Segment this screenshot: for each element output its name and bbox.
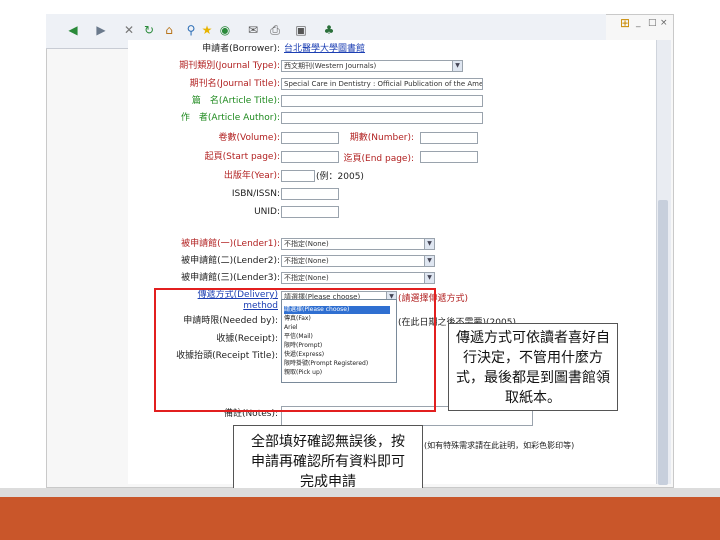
mail-icon[interactable]: ✉ — [246, 23, 260, 37]
lender2-select[interactable]: 不指定(None) ▼ — [281, 255, 435, 267]
forward-icon[interactable]: ▶ — [94, 23, 108, 37]
volume-input[interactable] — [281, 132, 339, 144]
search-icon[interactable]: ⚲ — [184, 23, 198, 37]
borrower-link[interactable]: 台北醫學大學圖書館 — [284, 44, 365, 55]
slide-footer-bar — [0, 497, 720, 540]
journal-type-select[interactable]: 西文期刊(Western Journals) ▼ — [281, 60, 463, 72]
journal-title-label: 期刊名(Journal Title): — [189, 79, 280, 89]
lender3-label: 被申請館(三)(Lender3): — [181, 273, 280, 283]
journal-type-label: 期刊類別(Journal Type): — [179, 61, 280, 71]
minimize-button[interactable]: _ — [636, 18, 641, 28]
slide-divider — [0, 488, 720, 497]
chevron-down-icon: ▼ — [424, 273, 434, 283]
windows-logo-icon: ⊞ — [620, 16, 631, 30]
bottom-note: (如有特殊需求請在此註明，如彩色影印等) — [424, 441, 575, 450]
back-icon[interactable]: ◀ — [66, 23, 80, 37]
article-author-input[interactable] — [281, 112, 483, 124]
history-icon[interactable]: ◉ — [218, 23, 232, 37]
isbn-input[interactable] — [281, 188, 339, 200]
lender1-select[interactable]: 不指定(None) ▼ — [281, 238, 435, 250]
chevron-down-icon: ▼ — [424, 239, 434, 249]
scrollbar-thumb[interactable] — [658, 200, 668, 485]
stop-icon[interactable]: ✕ — [122, 23, 136, 37]
start-page-label: 起頁(Start page): — [204, 152, 280, 162]
chevron-down-icon: ▼ — [452, 61, 462, 71]
submit-callout: 全部填好確認無誤後，按申請再確認所有資料即可完成申請 — [233, 425, 423, 495]
unid-input[interactable] — [281, 206, 339, 218]
edit-icon[interactable]: ▣ — [294, 23, 308, 37]
article-author-label: 作 者(Article Author): — [180, 113, 280, 123]
start-page-input[interactable] — [281, 151, 339, 163]
lender1-label: 被申請館(一)(Lender1): — [181, 239, 280, 249]
year-hint: (例：2005) — [316, 172, 364, 182]
highlight-box — [154, 288, 436, 412]
lender3-select[interactable]: 不指定(None) ▼ — [281, 272, 435, 284]
maximize-button[interactable]: □ — [648, 18, 657, 28]
journal-title-input[interactable]: Special Care in Dentistry : Official Pub… — [281, 78, 483, 90]
isbn-label: ISBN/ISSN: — [231, 189, 280, 199]
lender2-label: 被申請館(二)(Lender2): — [181, 256, 280, 266]
unid-label: UNID: — [254, 207, 280, 217]
volume-label: 卷數(Volume): — [218, 133, 280, 143]
end-page-label: 迄頁(End page): — [343, 154, 415, 164]
print-icon[interactable]: ⎙ — [268, 23, 282, 37]
chevron-down-icon: ▼ — [424, 256, 434, 266]
article-title-input[interactable] — [281, 95, 483, 107]
messenger-icon[interactable]: ♣ — [322, 23, 336, 37]
number-input[interactable] — [420, 132, 478, 144]
delivery-callout: 傳遞方式可依讀者喜好自行決定，不管用什麼方式，最後都是到圖書館領取紙本。 — [448, 323, 618, 411]
year-label: 出版年(Year): — [223, 171, 280, 181]
year-input[interactable] — [281, 170, 315, 182]
borrower-label: 申請者(Borrower): — [202, 44, 280, 54]
article-title-label: 篇 名(Article Title): — [191, 96, 280, 106]
refresh-icon[interactable]: ↻ — [142, 23, 156, 37]
close-button[interactable]: × — [660, 18, 668, 28]
number-label: 期數(Number): — [349, 133, 414, 143]
favorites-icon[interactable]: ★ — [200, 23, 214, 37]
end-page-input[interactable] — [420, 151, 478, 163]
home-icon[interactable]: ⌂ — [162, 23, 176, 37]
